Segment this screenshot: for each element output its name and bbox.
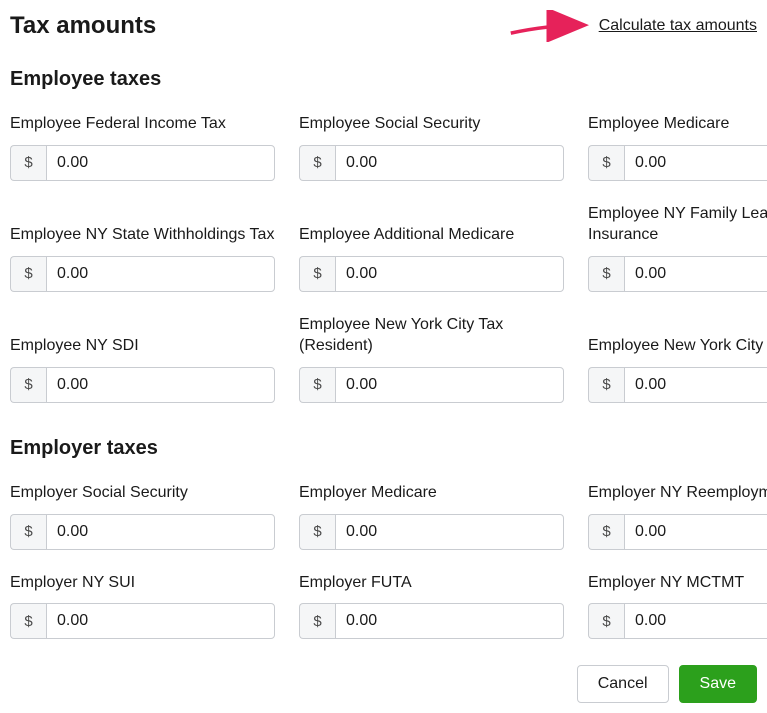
currency-symbol: $ bbox=[588, 256, 624, 292]
field-label: Employer FUTA bbox=[299, 572, 564, 594]
employee-social-security-input[interactable] bbox=[335, 145, 564, 181]
employee-federal-income-tax-input[interactable] bbox=[46, 145, 275, 181]
currency-symbol: $ bbox=[588, 603, 624, 639]
employer-futa-input[interactable] bbox=[335, 603, 564, 639]
field-label: Employee NY State Withholdings Tax bbox=[10, 224, 275, 246]
employer-ny-mctmt-input[interactable] bbox=[624, 603, 767, 639]
input-group: $ bbox=[299, 256, 564, 292]
tax-field: Employer NY Reemployment $ bbox=[588, 482, 767, 550]
tax-field: Employee Federal Income Tax $ bbox=[10, 113, 275, 181]
arrow-icon bbox=[509, 10, 589, 42]
tax-field: Employee NY SDI $ bbox=[10, 335, 275, 403]
employer-ny-sui-input[interactable] bbox=[46, 603, 275, 639]
currency-symbol: $ bbox=[10, 514, 46, 550]
tax-field: Employee New York City Tax (Resident) $ bbox=[299, 314, 564, 403]
currency-symbol: $ bbox=[10, 367, 46, 403]
employee-ny-sdi-input[interactable] bbox=[46, 367, 275, 403]
employee-additional-medicare-input[interactable] bbox=[335, 256, 564, 292]
input-group: $ bbox=[10, 367, 275, 403]
employee-taxes-heading: Employee taxes bbox=[10, 68, 757, 91]
employer-medicare-input[interactable] bbox=[335, 514, 564, 550]
field-label: Employee Additional Medicare bbox=[299, 224, 564, 246]
currency-symbol: $ bbox=[299, 145, 335, 181]
field-label: Employee Medicare bbox=[588, 113, 767, 135]
tax-field: Employee Medicare $ bbox=[588, 113, 767, 181]
input-group: $ bbox=[10, 514, 275, 550]
currency-symbol: $ bbox=[588, 367, 624, 403]
field-label: Employer NY SUI bbox=[10, 572, 275, 594]
input-group: $ bbox=[299, 514, 564, 550]
tax-field: Employer Medicare $ bbox=[299, 482, 564, 550]
field-label: Employee Federal Income Tax bbox=[10, 113, 275, 135]
input-group: $ bbox=[588, 603, 767, 639]
cancel-button[interactable]: Cancel bbox=[577, 665, 669, 703]
tax-field: Employer NY SUI $ bbox=[10, 572, 275, 640]
field-label: Employee NY Family Leave Insurance bbox=[588, 203, 767, 246]
currency-symbol: $ bbox=[588, 514, 624, 550]
tax-field: Employer NY MCTMT $ bbox=[588, 572, 767, 640]
input-group: $ bbox=[588, 514, 767, 550]
currency-symbol: $ bbox=[588, 145, 624, 181]
input-group: $ bbox=[10, 256, 275, 292]
tax-field: Employee NY State Withholdings Tax $ bbox=[10, 224, 275, 292]
field-label: Employee NY SDI bbox=[10, 335, 275, 357]
calculate-tax-amounts-link[interactable]: Calculate tax amounts bbox=[599, 17, 757, 35]
field-label: Employer NY Reemployment bbox=[588, 482, 767, 504]
currency-symbol: $ bbox=[299, 367, 335, 403]
currency-symbol: $ bbox=[10, 256, 46, 292]
currency-symbol: $ bbox=[299, 603, 335, 639]
field-label: Employee Social Security bbox=[299, 113, 564, 135]
tax-field: Employee Additional Medicare $ bbox=[299, 224, 564, 292]
tax-field: Employee Social Security $ bbox=[299, 113, 564, 181]
input-group: $ bbox=[299, 367, 564, 403]
employer-social-security-input[interactable] bbox=[46, 514, 275, 550]
input-group: $ bbox=[588, 256, 767, 292]
field-label: Employer NY MCTMT bbox=[588, 572, 767, 594]
input-group: $ bbox=[588, 367, 767, 403]
field-label: Employee New York City Tax (Resident) bbox=[299, 314, 564, 357]
currency-symbol: $ bbox=[10, 603, 46, 639]
employee-ny-state-withholdings-input[interactable] bbox=[46, 256, 275, 292]
employee-ny-family-leave-insurance-input[interactable] bbox=[624, 256, 767, 292]
tax-field: Employee NY Family Leave Insurance $ bbox=[588, 203, 767, 292]
tax-field: Employer Social Security $ bbox=[10, 482, 275, 550]
currency-symbol: $ bbox=[299, 256, 335, 292]
page-title: Tax amounts bbox=[10, 12, 156, 40]
input-group: $ bbox=[10, 603, 275, 639]
field-label: Employee New York City Tax bbox=[588, 335, 767, 357]
input-group: $ bbox=[10, 145, 275, 181]
employee-medicare-input[interactable] bbox=[624, 145, 767, 181]
employer-taxes-heading: Employer taxes bbox=[10, 437, 757, 460]
tax-field: Employer FUTA $ bbox=[299, 572, 564, 640]
tax-field: Employee New York City Tax $ bbox=[588, 335, 767, 403]
currency-symbol: $ bbox=[10, 145, 46, 181]
employer-ny-reemployment-input[interactable] bbox=[624, 514, 767, 550]
employee-nyc-tax-resident-input[interactable] bbox=[335, 367, 564, 403]
field-label: Employer Medicare bbox=[299, 482, 564, 504]
input-group: $ bbox=[588, 145, 767, 181]
employee-nyc-tax-input[interactable] bbox=[624, 367, 767, 403]
field-label: Employer Social Security bbox=[10, 482, 275, 504]
input-group: $ bbox=[299, 603, 564, 639]
input-group: $ bbox=[299, 145, 564, 181]
currency-symbol: $ bbox=[299, 514, 335, 550]
save-button[interactable]: Save bbox=[679, 665, 757, 703]
